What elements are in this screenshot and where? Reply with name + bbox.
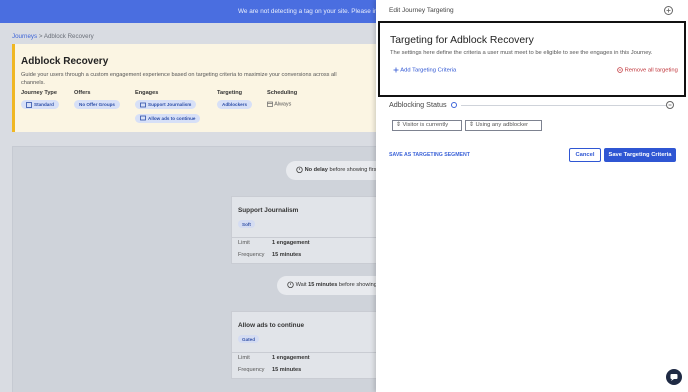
delay-pill-second[interactable]: Wait 15 minutes before showing n [277,276,390,295]
journey-summary-card: Adblock Recovery Guide your users throug… [12,44,382,132]
engage-card-support-journalism[interactable]: Support Journalism Soft Limit 1 engagemen… [231,196,391,264]
edit-targeting-panel: Edit Journey Targeting Targeting for Adb… [376,0,688,392]
journey-icon [26,101,32,108]
engage-card-allow-ads[interactable]: Allow ads to continue Gated Limit 1 engag… [231,311,391,379]
engage-type-badge: Soft [238,220,255,228]
targeting-header-section: Targeting for Adblock Recovery The setti… [378,21,686,97]
engage-type-badge: Gated [238,335,260,343]
engage-card-title: Support Journalism [238,207,299,214]
engages-label: Engages [135,90,159,96]
frequency-value: 15 minutes [272,367,302,373]
card-divider [232,237,390,238]
collapse-section-icon[interactable] [666,101,674,109]
offers-chip[interactable]: No Offer Groups [74,100,120,109]
cancel-button[interactable]: Cancel [569,148,601,162]
calendar-icon [267,101,273,107]
limit-value: 1 engagement [272,240,310,246]
frequency-label: Frequency [238,367,265,373]
add-targeting-criteria-button[interactable]: Add Targeting Criteria [393,67,456,74]
delay-second-prefix: Wait [295,282,307,288]
scheduling-value-text: Always [274,101,292,108]
timer-icon [296,166,303,174]
targeting-label: Targeting [217,90,243,96]
scheduling-column: Scheduling Always [267,90,297,107]
journey-description: Guide your users through a custom engage… [21,72,337,86]
info-icon[interactable] [450,102,457,109]
engage-frequency-row: Frequency 15 minutes [238,367,301,373]
breadcrumb-journeys-link[interactable]: Journeys [12,33,37,40]
adblocker-condition-dropdown[interactable]: ⇕ Using any adblocker [465,120,542,131]
engage-card-title: Allow ads to continue [238,322,305,329]
journey-type-column: Journey Type Standard [21,90,59,110]
chat-bubble-icon [670,374,678,381]
limit-value: 1 engagement [272,355,310,361]
remove-all-targeting-button[interactable]: Remove all targeting [617,67,678,74]
plus-icon [666,8,671,13]
frequency-value: 15 minutes [272,252,302,258]
breadcrumb-current: Adblock Recovery [43,33,94,40]
card-divider [232,352,390,353]
adblocking-status-label: Adblocking Status [389,100,447,109]
adblocker-condition-value: Using any adblocker [475,122,529,128]
engage-chip-allow-ads[interactable]: Allow ads to continue [135,113,201,123]
engage-icon [140,115,146,121]
engage-chip-support-journalism[interactable]: Support Journalism [135,100,197,109]
delay-first-rest: before showing first [329,167,378,173]
close-panel-icon[interactable] [664,6,673,15]
add-targeting-label: Add Targeting Criteria [400,67,457,74]
updown-chevron-icon: ⇕ [396,122,401,128]
journey-type-label: Journey Type [21,90,57,96]
scheduling-value: Always [267,101,291,107]
engage-chip-label: Allow ads to continue [148,115,196,121]
delay-pill-first[interactable]: No delay before showing first [286,161,386,180]
journey-type-value: Standard [34,102,54,107]
targeting-heading: Targeting for Adblock Recovery [390,35,534,46]
targeting-chip[interactable]: Adblockers [217,100,253,109]
panel-title: Edit Journey Targeting [389,7,454,14]
visitor-condition-dropdown[interactable]: ⇕ Visitor is currently [392,120,462,131]
chat-launcher-button[interactable] [666,369,682,385]
timer-icon [287,281,294,289]
remove-targeting-label: Remove all targeting [624,67,678,74]
limit-label: Limit [238,355,250,361]
engage-limit-row: Limit 1 engagement [238,355,310,361]
updown-chevron-icon: ⇕ [469,122,474,128]
breadcrumb-separator: > [38,33,43,40]
engage-frequency-row: Frequency 15 minutes [238,252,301,258]
journey-type-chip[interactable]: Standard [21,100,59,109]
minus-circle-icon [617,67,623,73]
delay-second-bold: 15 minutes [308,282,338,288]
engage-limit-row: Limit 1 engagement [238,240,310,246]
save-as-targeting-segment-link[interactable]: SAVE AS TARGETING SEGMENT [389,152,470,158]
targeting-subheading: The settings here define the criteria a … [390,50,653,56]
delay-first-bold: No delay [304,167,328,173]
save-targeting-criteria-button[interactable]: Save Targeting Criteria [604,148,676,162]
engage-icon [140,102,146,107]
offers-label: Offers [74,90,91,96]
journey-title: Adblock Recovery [21,56,109,67]
scheduling-label: Scheduling [267,90,298,96]
engage-chip-label: Support Journalism [148,102,192,107]
visitor-condition-value: Visitor is currently [402,122,449,128]
engages-column: Engages Support Journalism Allow ads to … [135,90,201,123]
breadcrumb: Journeys > Adblock Recovery [12,33,94,40]
offers-column: Offers No Offer Groups [74,90,120,109]
limit-label: Limit [238,240,250,246]
targeting-column: Targeting Adblockers [217,90,253,109]
plus-icon [393,67,399,73]
adblocking-status-section-title: Adblocking Status [389,100,457,109]
frequency-label: Frequency [238,252,265,258]
section-divider [461,105,667,106]
minus-icon [668,104,672,106]
